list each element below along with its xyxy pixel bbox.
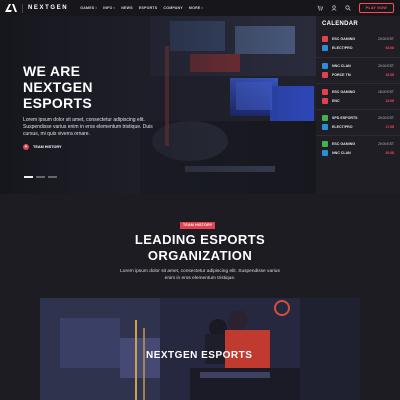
team-name: ELECT/PRO (332, 124, 353, 129)
chevron-down-icon: ▾ (201, 6, 204, 10)
match-item[interactable]: ESC GAMING 20:00 EST NNC CLAN 20.08 (316, 135, 400, 161)
nav-label: GAMES (80, 6, 95, 10)
match-item[interactable]: ESC GAMING 20:00 EST ELECT/PRO 03.08 (316, 31, 400, 57)
match-date: 17.08 (385, 124, 395, 129)
header-actions: PLAY NOW (313, 0, 400, 16)
match-item[interactable]: NNC CLAN 20:00 EST FORCE TM 10.08 (316, 57, 400, 83)
slide-dot-2[interactable] (36, 176, 45, 178)
team-logo-icon (322, 62, 328, 69)
team-logo-icon (322, 44, 328, 51)
nav-label: COMPANY (163, 6, 183, 10)
nav-label: ESPORTS (138, 6, 158, 10)
team-name: ENC (332, 98, 340, 103)
match-time: 18:00 EST (377, 89, 394, 94)
slide-dot-1[interactable] (24, 176, 33, 178)
team-logo-icon (322, 88, 328, 95)
team-logo-icon (322, 114, 328, 121)
cart-icon[interactable] (313, 5, 327, 11)
calendar-panel: CALENDAR ESC GAMING 20:00 EST ELECT/PRO … (316, 16, 400, 194)
slider-pagination (24, 176, 57, 178)
match-date: 03.08 (385, 45, 395, 50)
section-title: LEADING ESPORTS ORGANIZATION (0, 232, 400, 264)
nav-item-info[interactable]: INFO▾ (103, 6, 115, 10)
match-date: 14.08 (385, 98, 395, 103)
search-icon[interactable] (341, 5, 355, 11)
section-description: Lorem ipsum dolor sit amet, consectetur … (120, 269, 280, 281)
logo-divider (22, 3, 23, 13)
section-title-line1: LEADING ESPORTS (134, 232, 266, 247)
section-title-line2: ORGANIZATION (147, 248, 253, 263)
plus-icon: + (23, 144, 29, 150)
team-name: FORCE TM (332, 72, 351, 77)
nav-item-company[interactable]: COMPANY (163, 6, 183, 10)
team-logo-icon (322, 97, 328, 104)
match-item[interactable]: SPD ESPORTS 20:00 EST ELECT/PRO 17.08 (316, 109, 400, 135)
match-time: 20:00 EST (377, 141, 394, 146)
match-date: 20.08 (385, 150, 395, 155)
chevron-down-icon: ▾ (113, 6, 116, 10)
user-icon[interactable] (327, 5, 341, 11)
match-item[interactable]: ESC GAMING 18:00 EST ENC 14.08 (316, 83, 400, 109)
play-now-button[interactable]: PLAY NOW (358, 3, 394, 13)
video-title: NEXTGEN ESPORTS (146, 350, 253, 361)
team-name: ESC GAMING (332, 89, 356, 94)
hero-description: Lorem ipsum dolor sit amet, consectetur … (23, 117, 153, 137)
match-time: 20:00 EST (377, 63, 394, 68)
team-logo-icon (322, 140, 328, 147)
team-name: ELECT/PRO (332, 45, 353, 50)
team-logo-icon (322, 71, 328, 78)
team-logo-icon (322, 123, 328, 130)
hero-section: WE ARE NEXTGEN ESPORTS Lorem ipsum dolor… (0, 16, 316, 194)
team-name: ESC GAMING (332, 36, 356, 41)
brand-name[interactable]: NEXTGEN (28, 5, 68, 11)
nav-item-news[interactable]: NEWS (121, 6, 133, 10)
logo-icon[interactable] (5, 4, 17, 12)
team-name: SPD ESPORTS (332, 115, 358, 120)
video-thumbnail[interactable]: NEXTGEN ESPORTS (40, 298, 360, 400)
nav-item-games[interactable]: GAMES▾ (80, 6, 97, 10)
chevron-down-icon: ▾ (95, 6, 98, 10)
team-history-label: TEAM HISTORY (33, 145, 62, 149)
site-header: NEXTGEN GAMES▾ INFO▾ NEWS ESPORTS COMPAN… (0, 0, 400, 16)
match-time: 20:00 EST (377, 36, 394, 41)
nav-item-more[interactable]: MORE▾ (189, 6, 203, 10)
slide-dot-3[interactable] (48, 176, 57, 178)
team-logo-icon (322, 35, 328, 42)
calendar-title: CALENDAR (322, 21, 359, 27)
nav-label: INFO (103, 6, 113, 10)
team-name: ESC GAMING (332, 141, 356, 146)
nav-label: NEWS (121, 6, 133, 10)
organization-section: TEAM HISTORY LEADING ESPORTS ORGANIZATIO… (0, 194, 400, 400)
team-logo-icon (322, 149, 328, 156)
hero-title: WE ARE NEXTGEN ESPORTS (23, 63, 93, 111)
video-background-image (40, 298, 360, 400)
match-time: 20:00 EST (377, 115, 394, 120)
team-name: NNC CLAN (332, 150, 351, 155)
section-tag: TEAM HISTORY (180, 222, 216, 229)
team-history-link[interactable]: + TEAM HISTORY (23, 144, 153, 150)
nav-item-esports[interactable]: ESPORTS (139, 6, 158, 10)
team-name: NNC CLAN (332, 63, 351, 68)
hero-content: WE ARE NEXTGEN ESPORTS Lorem ipsum dolor… (23, 63, 153, 150)
match-date: 10.08 (385, 72, 395, 77)
main-nav: GAMES▾ INFO▾ NEWS ESPORTS COMPANY MORE▾ (80, 6, 203, 10)
nav-label: MORE (188, 6, 201, 10)
